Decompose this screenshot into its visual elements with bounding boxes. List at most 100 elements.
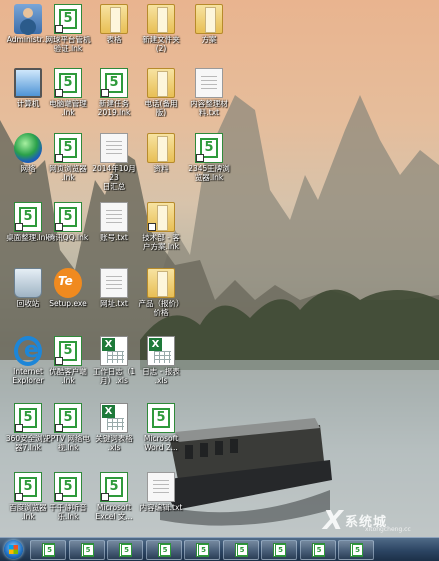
shortcut-app-icon [14,202,42,232]
shortcut-arrow-icon [101,89,109,97]
folder-icon [100,4,128,34]
desktop-icon-label: 千千静听音 乐.lnk [49,503,87,521]
text-document-icon [147,472,175,502]
desktop-icon-label: 2014年10月23 日汇总 [92,164,136,191]
folder-icon [195,4,223,34]
windows-logo-icon [4,540,23,559]
text-document-icon [100,133,128,163]
watermark-subtext: xitongcheng.cc [365,526,411,533]
spreadsheet-app-icon [157,543,171,557]
desktop-icon[interactable]: 方案 [183,2,233,66]
text-document-icon [100,268,128,298]
desktop-icon-label: Microsoft Word 2... [143,434,179,452]
folder-icon [147,202,175,232]
shortcut-arrow-icon [55,154,63,162]
excel-document-icon [147,336,175,366]
shortcut-app-icon [195,133,223,163]
taskbar-button[interactable] [222,540,259,560]
desktop-icon[interactable]: 工作日志（1 月）.xls [88,334,138,398]
desktop-icon[interactable]: Microsoft Word 2... [135,401,185,465]
taskbar-button[interactable] [261,540,297,560]
desktop-icon[interactable]: 产品（报价） 价格 [135,266,185,330]
desktop-icon-label: 方案 [201,35,217,44]
desktop-icon[interactable]: 2345王牌浏 览器.lnk [183,131,233,195]
shortcut-arrow-icon [196,154,204,162]
desktop-icon-label: 新建文件夹 (2) [142,35,180,53]
shortcut-arrow-icon [55,25,63,33]
desktop-icon-label: 资料 [153,164,169,173]
watermark: X 系统城 xitongcheng.cc [315,506,435,536]
desktop-icon-label: 网址.txt [100,299,128,308]
desktop-icon-label: 关键词表格 .xls [95,434,133,452]
desktop-icon[interactable]: Microsoft Excel 文... [88,470,138,534]
desktop-icon[interactable]: 电脑端管理 .lnk [42,66,92,130]
excel-document-icon [100,336,128,366]
desktop[interactable]: Administr...网球平台管机 验证.lnk表格新建文件夹 (2)方案计算… [0,0,439,537]
folder-icon [147,68,175,98]
taskbar-button[interactable] [299,540,336,560]
folder-icon [147,268,175,298]
taskbar-button[interactable] [145,540,182,560]
desktop-icon[interactable]: 网页浏览器 .lnk [42,131,92,195]
spreadsheet-app-icon [350,543,363,557]
taskbar-button[interactable] [184,540,220,560]
desktop-icon[interactable]: 腾讯QQ.lnk [42,200,92,264]
excel-document-icon [100,403,128,433]
internet-explorer-icon [14,336,42,366]
taskbar-button[interactable] [338,540,374,560]
desktop-icon[interactable]: 资料 [135,131,185,195]
desktop-icon[interactable]: 内容整理材 料.txt [183,66,233,130]
network-icon [14,133,42,163]
shortcut-app-icon [54,202,82,232]
shortcut-arrow-icon [55,493,63,501]
desktop-icon-label: 内容编辑.txt [139,503,183,512]
desktop-icon-label: 电脑端管理 .lnk [49,99,87,117]
desktop-icon-label: Setup.exe [49,299,87,308]
desktop-icon-label: 日志 - 报表 .xls [142,367,180,385]
shortcut-app-icon [100,68,128,98]
desktop-icon[interactable]: 优酷客户端 .lnk [42,334,92,398]
desktop-icon[interactable]: 内容编辑.txt [135,470,185,534]
spreadsheet-app-icon [311,543,325,557]
desktop-icon[interactable]: 新建任务 2019.lnk [88,66,138,130]
desktop-icon-label: 网页浏览器 .lnk [49,164,87,182]
desktop-icon[interactable]: 日志 - 报表 .xls [135,334,185,398]
shortcut-arrow-icon [55,89,63,97]
desktop-icon[interactable]: 电话(备用 版) [135,66,185,130]
shortcut-arrow-icon [15,493,23,501]
start-button[interactable] [1,538,27,561]
desktop-icon[interactable]: 新建文件夹 (2) [135,2,185,66]
shortcut-arrow-icon [148,223,156,231]
shortcut-arrow-icon [55,223,63,231]
desktop-icon[interactable]: 技术部 - 客 户方案.lnk [135,200,185,264]
spreadsheet-app-icon [119,543,132,557]
taskbar-button[interactable] [107,540,143,560]
desktop-icon[interactable]: 千千静听音 乐.lnk [42,470,92,534]
shortcut-app-icon [100,472,128,502]
desktop-icon[interactable]: 表格 [88,2,138,66]
desktop-icon[interactable]: Setup.exe [42,266,92,330]
desktop-icon[interactable]: 网址.txt [88,266,138,330]
desktop-icon-label: 腾讯QQ.lnk [47,233,89,242]
desktop-icon[interactable]: 账号.txt [88,200,138,264]
desktop-icon-label: 产品（报价） 价格 [138,299,184,317]
desktop-icon-label: 优酷客户端 .lnk [49,367,87,385]
user-folder-icon [14,4,42,34]
shortcut-app-icon [54,403,82,433]
desktop-icon[interactable]: 关键词表格 .xls [88,401,138,465]
spreadsheet-app-icon [80,543,94,557]
desktop-icon-label: 网球平台管机 验证.lnk [45,35,91,53]
desktop-icon-label: 电话(备用 版) [144,99,178,117]
watermark-logo-icon: X [323,506,344,536]
desktop-icon[interactable]: PPTV 网络电 视.lnk [42,401,92,465]
shortcut-app-icon [54,4,82,34]
desktop-icon[interactable]: 网球平台管机 验证.lnk [42,2,92,66]
shortcut-arrow-icon [101,493,109,501]
shortcut-app-icon [14,472,42,502]
shortcut-arrow-icon [15,223,23,231]
desktop-icon-label: 表格 [106,35,122,44]
desktop-icon[interactable]: 2014年10月23 日汇总 [88,131,138,195]
taskbar-button[interactable] [68,540,105,560]
desktop-icon-label: 内容整理材 料.txt [190,99,228,117]
taskbar-button[interactable] [30,540,66,560]
